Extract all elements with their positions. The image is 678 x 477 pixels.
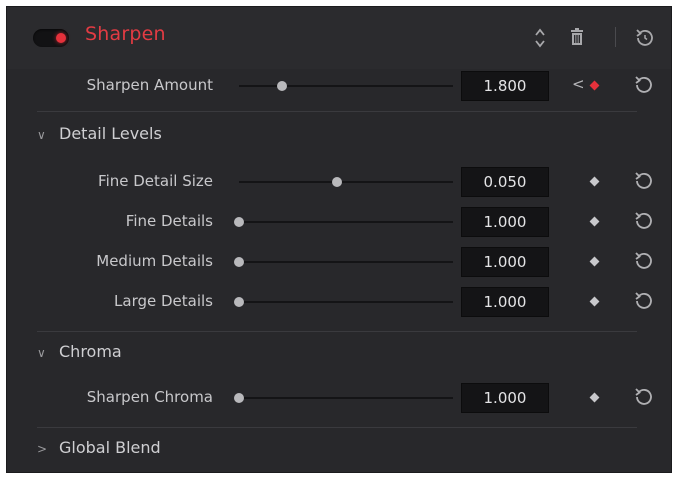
divider [37, 331, 637, 332]
section-detail-levels[interactable]: ∨ Detail Levels [7, 121, 671, 151]
header-separator [615, 27, 616, 47]
param-slider[interactable] [234, 257, 453, 267]
keyframe-diamond-icon[interactable] [589, 256, 600, 267]
fine-detail-size-row: Fine Detail Size 0.050 [7, 167, 671, 197]
sharpen-amount-slider[interactable] [239, 81, 453, 91]
param-slider[interactable] [234, 297, 453, 307]
keyframe-diamond-icon[interactable] [589, 216, 600, 227]
medium-details-row: Medium Details 1.000 [7, 247, 671, 277]
reset-icon[interactable] [633, 386, 655, 408]
param-value[interactable]: 1.000 [461, 247, 549, 277]
keyframe-diamond-icon[interactable] [589, 80, 600, 91]
sharpen-panel: Sharpen Sharpen Amount 1.800 < ∨ Detail … [6, 6, 672, 473]
fine-details-row: Fine Details 1.000 [7, 207, 671, 237]
trash-icon[interactable] [569, 27, 585, 47]
param-slider[interactable] [239, 177, 453, 187]
reset-icon[interactable] [633, 210, 655, 232]
sharpen-chroma-row: Sharpen Chroma 1.000 [7, 383, 671, 413]
effect-header: Sharpen [7, 7, 671, 69]
keyframe-diamond-icon[interactable] [589, 296, 600, 307]
reset-all-icon[interactable] [634, 27, 656, 49]
section-chroma[interactable]: ∨ Chroma [7, 339, 671, 369]
chevron-down-icon: ∨ [37, 346, 46, 360]
param-label: Fine Detail Size [98, 172, 213, 190]
keyframe-diamond-icon[interactable] [589, 392, 600, 403]
toggle-knob [56, 33, 66, 43]
param-label: Medium Details [96, 252, 213, 270]
section-title: Chroma [59, 342, 122, 361]
chevron-right-icon: > [37, 442, 48, 456]
sharpen-amount-row: Sharpen Amount 1.800 < [7, 71, 671, 101]
effect-title: Sharpen [85, 23, 166, 45]
param-label: Fine Details [125, 212, 213, 230]
slider-thumb[interactable] [234, 393, 244, 403]
slider-thumb[interactable] [234, 217, 244, 227]
section-title: Global Blend [59, 438, 161, 457]
divider [37, 427, 637, 428]
slider-thumb[interactable] [332, 177, 343, 187]
previous-keyframe-icon[interactable]: < [572, 75, 585, 93]
param-value[interactable]: 1.000 [461, 383, 549, 413]
sharpen-amount-value[interactable]: 1.800 [461, 71, 549, 101]
param-slider[interactable] [234, 217, 453, 227]
sharpen-amount-label: Sharpen Amount [86, 76, 213, 94]
large-details-row: Large Details 1.000 [7, 287, 671, 317]
param-label: Sharpen Chroma [86, 388, 213, 406]
param-slider[interactable] [234, 393, 453, 403]
reset-icon[interactable] [633, 170, 655, 192]
param-label: Large Details [114, 292, 213, 310]
chevron-down-icon: ∨ [37, 128, 46, 142]
param-value[interactable]: 1.000 [461, 207, 549, 237]
reset-icon[interactable] [633, 74, 655, 96]
reset-icon[interactable] [633, 250, 655, 272]
slider-thumb[interactable] [234, 257, 244, 267]
slider-thumb[interactable] [276, 81, 287, 91]
param-value[interactable]: 0.050 [461, 167, 549, 197]
keyframe-diamond-icon[interactable] [589, 176, 600, 187]
slider-thumb[interactable] [234, 297, 244, 307]
effect-enable-toggle[interactable] [33, 29, 69, 47]
reorder-arrows-icon[interactable] [533, 27, 547, 49]
section-title: Detail Levels [59, 124, 162, 143]
section-global-blend[interactable]: > Global Blend [7, 435, 671, 465]
divider [37, 111, 637, 112]
reset-icon[interactable] [633, 290, 655, 312]
param-value[interactable]: 1.000 [461, 287, 549, 317]
